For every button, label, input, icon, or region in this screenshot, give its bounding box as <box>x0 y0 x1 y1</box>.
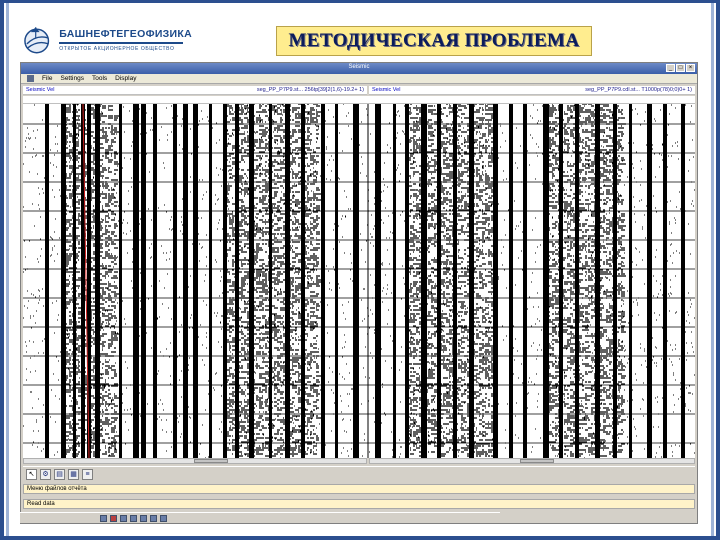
taskbar-app-icon[interactable] <box>100 514 107 522</box>
maximize-button[interactable]: □ <box>676 64 685 72</box>
window-title: Seismic <box>348 64 370 70</box>
bottom-toolbar: ↖ ⚙ ▤ ▦ ≡ <box>23 466 695 482</box>
trace-column <box>595 104 600 458</box>
frame-border-right-inner <box>711 0 714 540</box>
trace-column <box>663 104 667 458</box>
close-button[interactable]: × <box>686 64 695 72</box>
gear-icon[interactable]: ⚙ <box>40 469 51 480</box>
pane-left-name[interactable]: Seismic Vel <box>26 87 54 94</box>
frame-border-top <box>0 0 720 3</box>
window-titlebar[interactable]: Seismic _ □ × <box>21 63 697 74</box>
trace-column <box>543 104 549 458</box>
trace-column <box>73 104 76 458</box>
taskbar <box>20 512 500 523</box>
trace-column <box>119 104 122 458</box>
seismic-display[interactable] <box>23 104 695 458</box>
trace-column <box>335 104 338 458</box>
trace-column <box>269 104 272 458</box>
taskbar-app-icon[interactable] <box>160 514 167 522</box>
menu-file[interactable]: File <box>42 75 52 82</box>
pane-divider <box>367 104 369 458</box>
slide-title: МЕТОДИЧЕСКАЯ ПРОБЛЕМА <box>288 30 580 51</box>
list-icon[interactable]: ≡ <box>82 469 93 480</box>
taskbar-app-icon[interactable] <box>150 514 157 522</box>
pane-right-file: seg_PP_P7P9.cdl.st... T1000p(78)0;0)0+ 1… <box>585 87 692 93</box>
logo-divider <box>59 42 184 44</box>
trace-column <box>509 104 513 458</box>
status-bar-message: Меню файлов отчёта <box>23 484 695 494</box>
logo-text: БАШНЕФТЕГЕОФИЗИКА ОТКРЫТОЕ АКЦИОНЕРНОЕ О… <box>59 28 192 52</box>
pointer-icon[interactable]: ↖ <box>26 469 37 480</box>
trace-column <box>95 104 100 458</box>
pane-header-right: Seismic Vel seg_PP_P7P9.cdl.st... T1000p… <box>369 86 695 95</box>
taskbar-app-icon[interactable] <box>110 514 117 522</box>
trace-column <box>647 104 652 458</box>
trace-column <box>153 104 157 458</box>
status-bar-state: Read data <box>23 499 695 509</box>
trace-column <box>141 104 146 458</box>
trace-column <box>523 104 527 458</box>
trace-column <box>301 104 305 458</box>
scroll-thumb-right[interactable] <box>520 459 554 463</box>
trace-column <box>375 104 381 458</box>
trace-column <box>469 104 474 458</box>
logo-company-subtitle: ОТКРЫТОЕ АКЦИОНЕРНОЕ ОБЩЕСТВО <box>59 46 175 52</box>
slide: БАШНЕФТЕГЕОФИЗИКА ОТКРЫТОЕ АКЦИОНЕРНОЕ О… <box>0 0 720 540</box>
chart-icon[interactable]: ▤ <box>54 469 65 480</box>
pane-header-left: Seismic Vel seg_PP_P7P9.st... 256tp[39]2… <box>23 86 367 95</box>
seismic-traces-canvas[interactable] <box>23 104 695 458</box>
horizontal-scrollbar-left[interactable] <box>23 458 367 464</box>
menu-display[interactable]: Display <box>115 75 136 82</box>
trace-column <box>453 104 457 458</box>
slide-title-banner: МЕТОДИЧЕСКАЯ ПРОБЛЕМА <box>276 26 592 56</box>
trace-column <box>681 104 685 458</box>
app-icon <box>27 75 34 82</box>
minimize-button[interactable]: _ <box>666 64 675 72</box>
trace-column <box>613 104 617 458</box>
pane-right-name[interactable]: Seismic Vel <box>372 87 400 94</box>
trace-column <box>629 104 632 458</box>
trace-column <box>437 104 441 458</box>
trace-column <box>493 104 498 458</box>
trace-column <box>575 104 579 458</box>
trace-ruler <box>23 96 695 104</box>
trace-noise-band <box>407 104 496 457</box>
logo-company-name: БАШНЕФТЕГЕОФИЗИКА <box>59 28 192 40</box>
trace-column <box>285 104 290 458</box>
company-logo: БАШНЕФТЕГЕОФИЗИКА ОТКРЫТОЕ АКЦИОНЕРНОЕ О… <box>22 22 192 58</box>
grid-icon[interactable]: ▦ <box>68 469 79 480</box>
trace-column <box>393 104 396 458</box>
menu-settings[interactable]: Settings <box>60 75 84 82</box>
trace-column <box>183 104 188 458</box>
trace-column <box>209 104 212 458</box>
horizontal-scrollbar-right[interactable] <box>369 458 695 464</box>
scroll-thumb-left[interactable] <box>194 459 228 463</box>
menu-bar: File Settings Tools Display <box>21 74 697 84</box>
trace-column <box>193 104 198 458</box>
trace-column <box>223 104 227 458</box>
pane-left-file: seg_PP_P7P9.st... 256tp[39]2(1,6)-19.2+ … <box>256 87 364 93</box>
taskbar-app-icon[interactable] <box>120 514 127 522</box>
logo-globe-icon <box>24 27 50 54</box>
frame-border-left-inner <box>6 0 9 540</box>
trace-column <box>353 104 359 458</box>
taskbar-app-icon[interactable] <box>130 514 137 522</box>
menu-tools[interactable]: Tools <box>92 75 107 82</box>
app-window: Seismic _ □ × File Settings Tools Displa… <box>20 62 698 524</box>
trace-column <box>405 104 409 458</box>
frame-border-bottom <box>0 536 720 540</box>
trace-column <box>421 104 427 458</box>
trace-column <box>235 104 239 458</box>
trace-column <box>173 104 177 458</box>
taskbar-app-icon[interactable] <box>140 514 147 522</box>
frame-border-right <box>716 0 720 540</box>
frame-border-left <box>0 0 4 540</box>
trace-column <box>45 104 49 458</box>
trace-column <box>321 104 325 458</box>
trace-column <box>61 104 66 458</box>
